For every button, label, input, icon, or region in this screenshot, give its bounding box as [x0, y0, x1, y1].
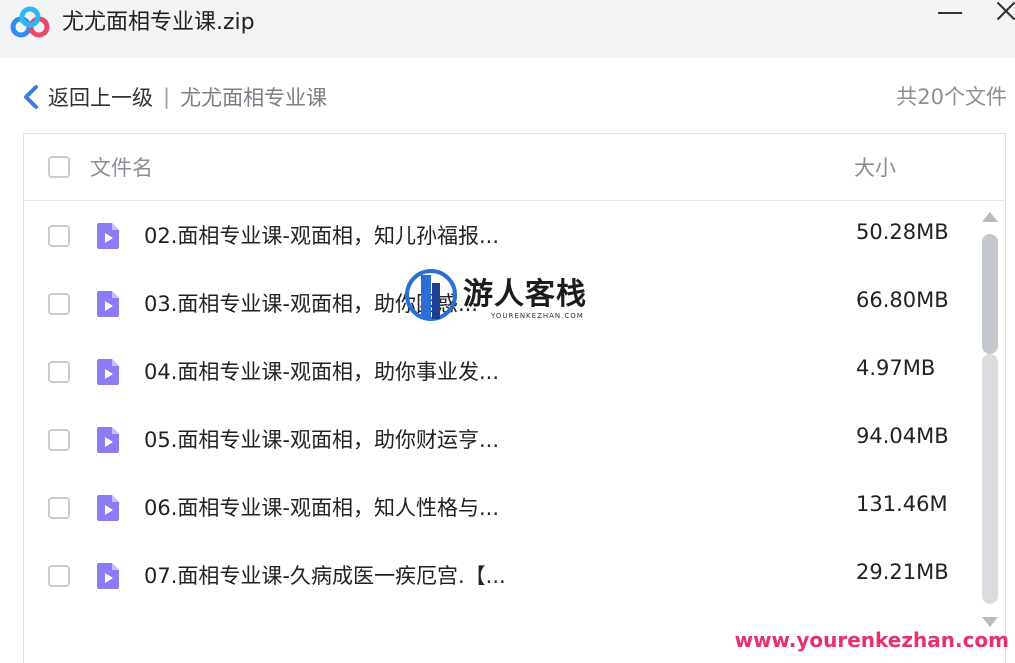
watermark-emblem-icon: [405, 269, 457, 321]
back-button[interactable]: 返回上一级: [22, 82, 153, 112]
table-row[interactable]: 05.面相专业课-观面相，助你财运亨... 94.04MB: [24, 405, 979, 473]
row-checkbox[interactable]: [48, 429, 70, 451]
row-checkbox[interactable]: [48, 225, 70, 247]
scrollbar[interactable]: [980, 234, 1000, 614]
chevron-left-icon: [24, 85, 38, 109]
scrollbar-thumb[interactable]: [982, 234, 998, 354]
watermark-sub: YOURENKEZHAN.COM: [491, 312, 584, 320]
minimize-icon[interactable]: [936, 0, 964, 24]
table-row[interactable]: 07.面相专业课-久病成医一疾厄宫.【... 29.21MB: [24, 541, 979, 609]
current-folder-label: 尤尤面相专业课: [180, 86, 328, 110]
table-row[interactable]: 02.面相专业课-观面相，知儿孙福报... 50.28MB: [24, 201, 979, 269]
watermark-logo: 游人客栈 YOURENKEZHAN.COM: [405, 265, 605, 330]
column-header-name[interactable]: 文件名: [90, 152, 153, 182]
close-icon[interactable]: [996, 0, 1015, 22]
file-name[interactable]: 06.面相专业课-观面相，知人性格与...: [144, 492, 499, 522]
breadcrumb: 返回上一级 | 尤尤面相专业课: [22, 80, 327, 114]
breadcrumb-separator: |: [163, 85, 171, 109]
video-file-icon: [97, 223, 119, 249]
file-size: 66.80MB: [856, 288, 949, 312]
file-size: 4.97MB: [856, 356, 936, 380]
back-label: 返回上一级: [48, 86, 153, 110]
table-row[interactable]: 06.面相专业课-观面相，知人性格与... 131.46M: [24, 473, 979, 541]
watermark-name: 游人客栈: [463, 277, 587, 312]
video-file-icon: [97, 495, 119, 521]
file-size: 131.46M: [856, 492, 948, 516]
file-name[interactable]: 07.面相专业课-久病成医一疾厄宫.【...: [144, 560, 506, 590]
baidu-netdisk-cloud-icon: [10, 6, 50, 38]
video-file-icon: [97, 359, 119, 385]
table-row[interactable]: 04.面相专业课-观面相，助你事业发... 4.97MB: [24, 337, 979, 405]
row-checkbox[interactable]: [48, 565, 70, 587]
row-checkbox[interactable]: [48, 293, 70, 315]
file-list-panel: 文件名 大小 02.面相专业课-观面相，知儿孙福报... 50.28MB 03.面相…: [23, 133, 1006, 663]
row-checkbox[interactable]: [48, 361, 70, 383]
file-size: 50.28MB: [856, 220, 949, 244]
file-size: 29.21MB: [856, 560, 949, 584]
video-file-icon: [97, 563, 119, 589]
file-size: 94.04MB: [856, 424, 949, 448]
video-file-icon: [96, 630, 120, 631]
scroll-up-arrow[interactable]: [982, 212, 998, 222]
column-header-size[interactable]: 大小: [854, 152, 896, 182]
table-header: 文件名 大小: [24, 134, 1005, 201]
scroll-down-arrow[interactable]: [982, 617, 998, 627]
video-file-icon: [97, 291, 119, 317]
select-all-checkbox[interactable]: [48, 156, 70, 178]
file-name[interactable]: 02.面相专业课-观面相，知儿孙福报...: [144, 220, 499, 250]
window-title: 尤尤面相专业课.zip: [62, 10, 255, 35]
scrollbar-track[interactable]: [982, 354, 998, 604]
file-count: 共20个文件: [896, 85, 1007, 109]
video-file-icon: [97, 427, 119, 453]
row-checkbox[interactable]: [48, 497, 70, 519]
title-bar: 尤尤面相专业课.zip: [0, 0, 1015, 58]
file-name[interactable]: 04.面相专业课-观面相，助你事业发...: [144, 356, 499, 386]
watermark-url: www.yourenkezhan.com: [734, 628, 1009, 652]
file-name[interactable]: 05.面相专业课-观面相，助你财运亨...: [144, 424, 499, 454]
